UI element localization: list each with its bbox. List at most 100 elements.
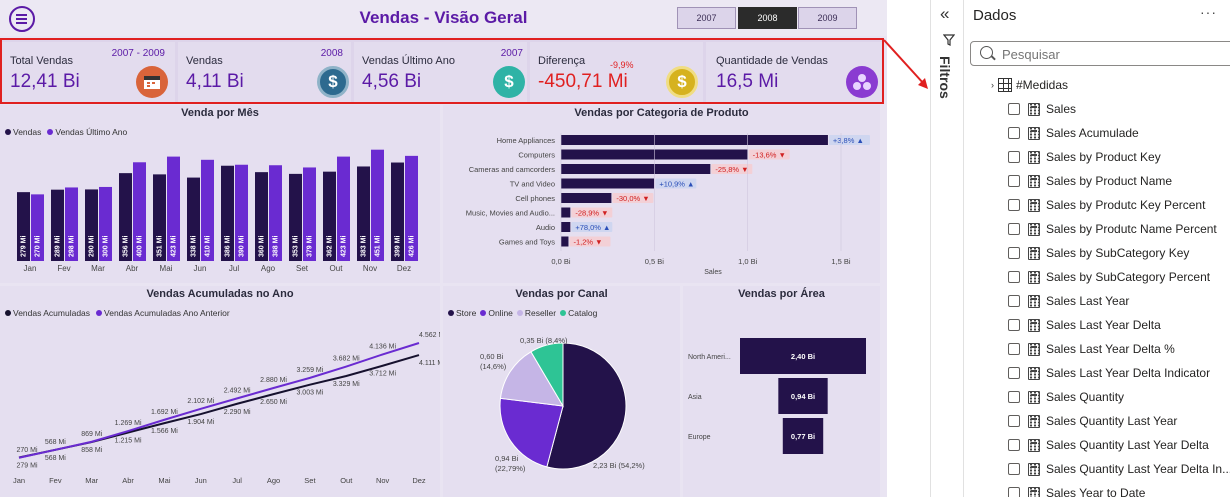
field-item[interactable]: Sales Last Year Delta Indicator (1008, 366, 1210, 380)
field-label: Sales by Produtc Name Percent (1046, 222, 1217, 236)
field-checkbox[interactable] (1008, 415, 1020, 427)
field-checkbox[interactable] (1008, 103, 1020, 115)
kpi-label: Diferença (538, 55, 586, 67)
point-data-label: 4.136 Mi (369, 343, 396, 350)
collapse-chevron-icon[interactable]: « (940, 4, 949, 24)
bar-data-label: 390 Mi (238, 236, 245, 257)
field-checkbox[interactable] (1008, 247, 1020, 259)
field-item[interactable]: Sales by Produtc Name Percent (1008, 222, 1217, 236)
field-checkbox[interactable] (1008, 319, 1020, 331)
field-checkbox[interactable] (1008, 295, 1020, 307)
field-item[interactable]: Sales Acumulade (1008, 126, 1139, 140)
category-bar (561, 207, 571, 218)
report-canvas: Vendas - Visão Geral 2007 2008 2009 Tota… (0, 0, 887, 497)
year-button-2009[interactable]: 2009 (798, 7, 857, 29)
point-data-label: 279 Mi (16, 463, 37, 470)
point-data-label: 2.102 Mi (187, 398, 214, 405)
expand-chevron-icon[interactable]: › (991, 80, 994, 90)
field-checkbox[interactable] (1008, 199, 1020, 211)
field-item[interactable]: Sales by SubCategory Percent (1008, 270, 1210, 284)
kpi-card-total-vendas[interactable]: Total Vendas 2007 - 2009 12,41 Bi (2, 42, 175, 102)
search-box[interactable] (970, 41, 1230, 66)
field-label: Sales by Produtc Key Percent (1046, 198, 1206, 212)
point-data-label: 1.215 Mi (115, 438, 142, 445)
field-checkbox[interactable] (1008, 487, 1020, 497)
year-button-2008[interactable]: 2008 (738, 7, 797, 29)
point-data-label: 1.904 Mi (187, 419, 214, 426)
delta-label: -25,8% ▼ (715, 165, 748, 174)
field-item[interactable]: Sales Quantity Last Year Delta (1008, 438, 1209, 452)
chart-vendas-acumuladas: Vendas Acumuladas no Ano Vendas Acumulad… (0, 286, 440, 497)
pie-data-label: 2,23 Bi (54,2%) (593, 461, 645, 470)
funnel-data-label: 2,40 Bi (791, 352, 815, 361)
point-data-label: 2.650 Mi (260, 399, 287, 406)
kpi-period: 2008 (320, 48, 343, 59)
search-input[interactable] (1002, 45, 1230, 63)
field-item[interactable]: Sales Year to Date (1008, 486, 1145, 497)
field-item[interactable]: Sales Quantity (1008, 390, 1124, 404)
field-label: Sales (1046, 102, 1077, 116)
kpi-card-vendas-ultimo-ano[interactable]: Vendas Último Ano 2007 4,56 Bi $ (354, 42, 527, 102)
x-tick-label: Ago (261, 264, 276, 273)
bar-data-label: 360 Mi (258, 236, 265, 257)
point-data-label: 4.111 Mi (419, 360, 440, 367)
field-item[interactable]: Sales (1008, 102, 1076, 116)
more-options-icon[interactable]: ··· (1200, 4, 1217, 20)
category-bar (561, 135, 828, 145)
bar-data-label: 423 Mi (340, 236, 347, 257)
field-item[interactable]: Sales Last Year (1008, 294, 1129, 308)
filters-pane[interactable]: « Filtros (930, 0, 964, 497)
x-axis-label: Sales (704, 269, 722, 276)
chart-vendas-por-canal: Vendas por Canal Store Online Reseller C… (443, 286, 680, 497)
x-tick-label: Mai (160, 264, 173, 273)
calculator-icon (1028, 246, 1040, 260)
field-checkbox[interactable] (1008, 127, 1020, 139)
field-checkbox[interactable] (1008, 439, 1020, 451)
field-item[interactable]: Sales Quantity Last Year Delta In... (1008, 462, 1230, 476)
bar-data-label: 410 Mi (204, 236, 211, 257)
field-item[interactable]: Sales Last Year Delta % (1008, 342, 1175, 356)
field-checkbox[interactable] (1008, 151, 1020, 163)
field-item[interactable]: Sales by SubCategory Key (1008, 246, 1189, 260)
region-funnel-chart: 2,40 Bi North Ameri... 0,94 Bi Asia 0,77 Bi E… (688, 338, 866, 454)
field-item[interactable]: Sales Last Year Delta (1008, 318, 1161, 332)
monthly-bar-chart: 279 Mi 270 Mi Jan 289 Mi 298 Mi Fev 290 Mi 300 … (17, 149, 418, 273)
table-medidas[interactable]: › #Medidas (991, 78, 1068, 92)
field-checkbox[interactable] (1008, 391, 1020, 403)
calculator-icon (1028, 126, 1040, 140)
bar-data-label: 289 Mi (54, 236, 61, 257)
bar-data-label: 451 Mi (374, 236, 381, 257)
bar-data-label: 362 Mi (326, 236, 333, 257)
kpi-card-diferenca[interactable]: Diferença -9,9% -450,71 Mi $ (530, 42, 703, 102)
kpi-card-vendas[interactable]: Vendas 2008 4,11 Bi $ (178, 42, 351, 102)
year-button-2007[interactable]: 2007 (677, 7, 736, 29)
field-checkbox[interactable] (1008, 367, 1020, 379)
chart-vendas-por-area: Vendas por Área 2,40 Bi North Ameri... 0,9… (683, 286, 880, 497)
y-tick-label: Games and Toys (499, 238, 555, 247)
field-checkbox[interactable] (1008, 175, 1020, 187)
filter-funnel-icon (942, 34, 956, 49)
field-checkbox[interactable] (1008, 271, 1020, 283)
category-bar (561, 236, 569, 247)
kpi-card-quantidade-vendas[interactable]: Quantidade de Vendas 16,5 Mi (706, 42, 882, 102)
calculator-icon (1028, 342, 1040, 356)
field-checkbox[interactable] (1008, 343, 1020, 355)
bar-data-label: 388 Mi (272, 236, 279, 257)
field-item[interactable]: Sales Quantity Last Year (1008, 414, 1177, 428)
bar-data-label: 383 Mi (360, 236, 367, 257)
field-item[interactable]: Sales by Product Name (1008, 174, 1172, 188)
kpi-label: Vendas (186, 55, 223, 67)
field-label: Sales Last Year Delta % (1046, 342, 1175, 356)
field-item[interactable]: Sales by Product Key (1008, 150, 1161, 164)
x-tick-label: Dez (397, 264, 411, 273)
dollar-arrows-icon: $ (493, 66, 525, 98)
x-tick-label: Mar (91, 264, 105, 273)
y-tick-label: Asia (688, 394, 702, 401)
x-tick-label: 0,5 Bi (645, 257, 665, 266)
data-pane: Dados ··· › #Medidas Sales Sales Acumulad… (964, 0, 1230, 497)
y-tick-label: Europe (688, 434, 711, 441)
field-checkbox[interactable] (1008, 463, 1020, 475)
field-item[interactable]: Sales by Produtc Key Percent (1008, 198, 1205, 212)
field-checkbox[interactable] (1008, 223, 1020, 235)
x-tick-label: Out (330, 264, 344, 273)
